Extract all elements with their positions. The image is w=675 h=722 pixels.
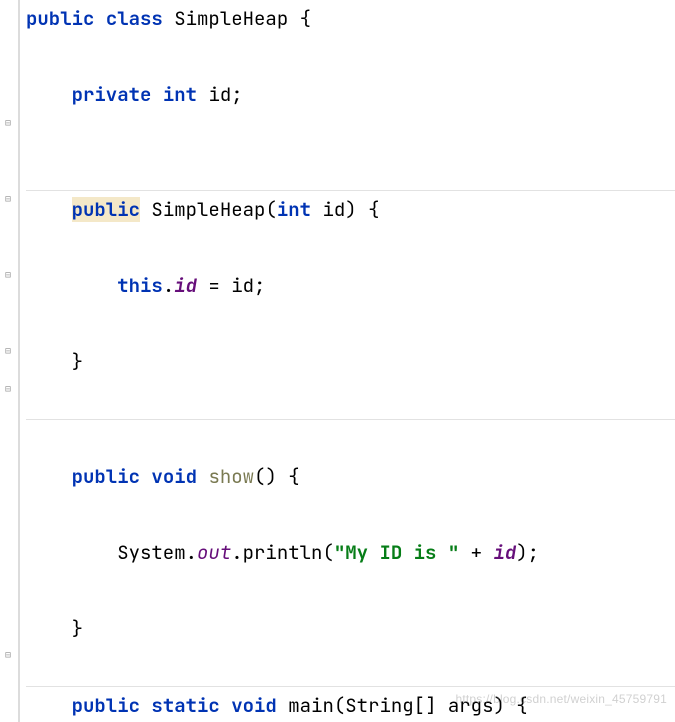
code-line: public void show() { xyxy=(26,458,675,496)
keyword: class xyxy=(106,6,163,31)
code-line: public SimpleHeap(int id) { xyxy=(26,190,675,229)
paren: () xyxy=(254,464,277,489)
paren: ) xyxy=(516,540,527,565)
param-type: String[] xyxy=(345,693,436,718)
equals: = xyxy=(197,273,231,298)
code-editor: ⊟ ⊟ ⊟ ⊟ ⊟ ⊟ public class SimpleHeap { private… xyxy=(0,0,675,722)
code-line: System.out.println("My ID is " + id); xyxy=(26,534,675,572)
code-line: private int id; xyxy=(26,76,675,114)
param-type: int xyxy=(277,197,311,222)
code-line: } xyxy=(26,343,675,381)
keyword-this: this xyxy=(117,273,163,298)
dot: . xyxy=(231,540,242,565)
class-name: SimpleHeap xyxy=(174,6,288,31)
gutter: ⊟ ⊟ ⊟ ⊟ ⊟ ⊟ xyxy=(0,0,20,722)
code-line xyxy=(26,419,675,420)
identifier: id xyxy=(231,273,254,298)
keyword: void xyxy=(151,464,197,489)
method-name: show xyxy=(208,464,254,489)
static-field: out xyxy=(197,540,231,565)
keyword: void xyxy=(231,693,277,718)
keyword: int xyxy=(163,82,197,107)
keyword: public xyxy=(72,197,140,222)
keyword: public xyxy=(72,464,140,489)
paren: ) xyxy=(345,197,356,222)
semicolon: ; xyxy=(528,540,539,565)
brace: } xyxy=(72,616,83,641)
field-ref: id xyxy=(493,540,516,565)
paren: ( xyxy=(334,693,345,718)
semicolon: ; xyxy=(231,82,242,107)
field-decl: id xyxy=(208,82,231,107)
code-line: public class SimpleHeap { xyxy=(26,0,675,38)
method-name: main xyxy=(288,693,334,718)
param-name: id xyxy=(322,197,345,222)
brace: { xyxy=(300,6,311,31)
dot: . xyxy=(186,540,197,565)
semicolon: ; xyxy=(254,273,265,298)
string-literal: "My ID is " xyxy=(334,540,459,565)
constructor-name: SimpleHeap xyxy=(151,197,265,222)
brace: { xyxy=(368,197,379,222)
code-block: public class SimpleHeap { private int id… xyxy=(26,0,675,722)
brace: { xyxy=(288,464,299,489)
watermark: https://blog.csdn.net/weixin_45759791 xyxy=(455,680,667,718)
class-ref: System xyxy=(117,540,185,565)
fold-marker-icon[interactable]: ⊟ xyxy=(2,194,14,204)
keyword: public xyxy=(26,6,94,31)
plus: + xyxy=(459,540,493,565)
fold-marker-icon[interactable]: ⊟ xyxy=(2,270,14,280)
field-ref: id xyxy=(174,273,197,298)
code-line: } xyxy=(26,610,675,648)
code-area[interactable]: public class SimpleHeap { private int id… xyxy=(20,0,675,722)
paren: ( xyxy=(322,540,333,565)
keyword: private xyxy=(72,82,152,107)
brace: } xyxy=(72,349,83,374)
fold-marker-icon[interactable]: ⊟ xyxy=(2,118,14,128)
keyword: static xyxy=(151,693,219,718)
fold-marker-icon[interactable]: ⊟ xyxy=(2,384,14,394)
keyword: public xyxy=(72,693,140,718)
code-line: this.id = id; xyxy=(26,267,675,305)
dot: . xyxy=(163,273,174,298)
method-call: println xyxy=(243,540,323,565)
fold-marker-icon[interactable]: ⊟ xyxy=(2,346,14,356)
paren: ( xyxy=(265,197,276,222)
fold-marker-icon[interactable]: ⊟ xyxy=(2,650,14,660)
